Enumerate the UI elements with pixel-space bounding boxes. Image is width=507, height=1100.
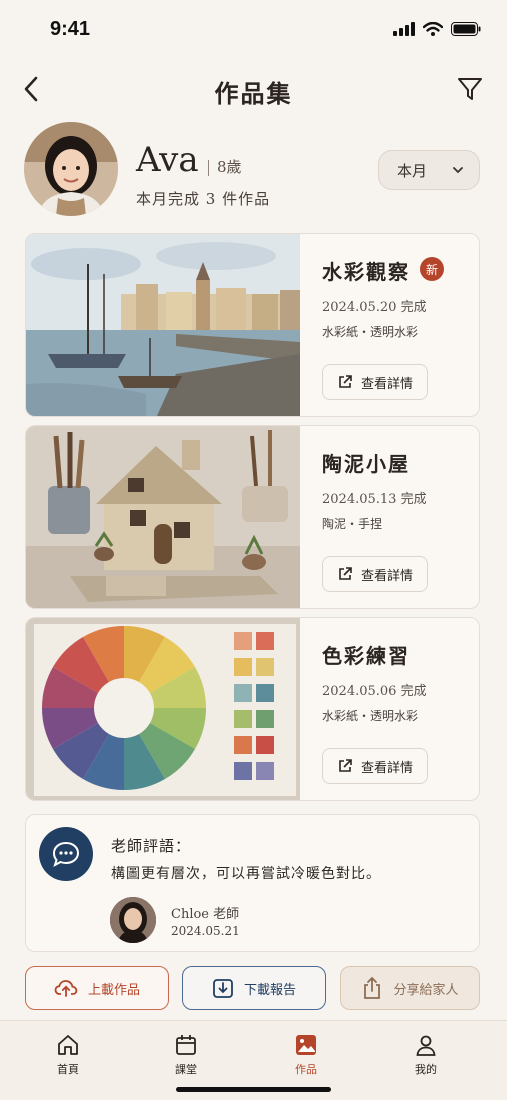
signal-icon <box>393 22 415 36</box>
work-card[interactable]: 陶泥小屋 2024.05.13 完成 陶泥・手捏 查看詳情 <box>25 425 480 609</box>
wifi-icon <box>423 22 443 36</box>
tab-classes-label: 課堂 <box>175 1063 197 1076</box>
download-report-button[interactable]: 下載報告 <box>182 966 326 1010</box>
work-materials: 陶泥・手捏 <box>322 517 383 531</box>
share-icon <box>364 976 381 999</box>
work-materials: 水彩紙・透明水彩 <box>322 709 419 723</box>
external-link-icon <box>339 375 352 388</box>
work-date: 2024.05.20 完成 <box>322 300 427 315</box>
view-details-label: 查看詳情 <box>360 568 413 584</box>
comment-text: 構圖更有層次，可以再嘗試冷暖色對比。 <box>111 866 381 882</box>
teacher-avatar <box>110 897 156 943</box>
status-time: 9:41 <box>50 18 91 40</box>
user-icon <box>416 1035 436 1056</box>
work-image-clay-house <box>26 426 300 608</box>
teacher-comment-card: 老師評語： 構圖更有層次，可以再嘗試冷暖色對比。 Chloe 老師 2024.0… <box>25 814 480 952</box>
tab-profile[interactable]: 我的 <box>396 1033 456 1077</box>
page-title: 作品集 <box>214 79 293 108</box>
work-card[interactable]: 水彩觀察 新 2024.05.20 完成 水彩紙・透明水彩 查看詳情 <box>25 233 480 417</box>
period-select[interactable]: 本月 <box>378 150 480 190</box>
share-family-button[interactable]: 分享給家人 <box>340 966 480 1010</box>
period-select-value: 本月 <box>397 161 428 180</box>
cloud-upload-icon <box>54 980 78 997</box>
external-link-icon <box>339 759 352 772</box>
external-link-icon <box>339 567 352 580</box>
comment-date: 2024.05.21 <box>171 924 240 938</box>
work-image-watercolor-harbor <box>26 234 300 416</box>
filter-icon <box>458 78 482 100</box>
work-card[interactable]: 色彩練習 2024.05.06 完成 水彩紙・透明水彩 查看詳情 <box>25 617 480 801</box>
child-name: Ava <box>136 140 199 180</box>
download-icon <box>213 979 233 998</box>
calendar-icon <box>176 1035 196 1055</box>
battery-icon <box>451 22 481 36</box>
child-age: 8歲 <box>208 156 242 177</box>
upload-work-label: 上載作品 <box>87 982 140 998</box>
tab-home-label: 首頁 <box>57 1063 79 1076</box>
tab-works[interactable]: 作品 <box>276 1033 336 1077</box>
monthly-summary: 本月完成 3 件作品 <box>136 190 271 208</box>
child-avatar <box>24 122 118 216</box>
status-icons <box>393 22 481 36</box>
chevron-down-icon <box>453 167 463 174</box>
download-report-label: 下載報告 <box>243 982 296 998</box>
home-indicator <box>176 1087 331 1092</box>
teacher-name: Chloe 老師 <box>171 907 240 922</box>
tab-profile-label: 我的 <box>415 1063 437 1076</box>
tab-classes[interactable]: 課堂 <box>156 1033 216 1077</box>
work-date: 2024.05.06 完成 <box>322 684 427 699</box>
tab-works-label: 作品 <box>295 1063 317 1076</box>
status-bar: 9:41 <box>0 0 507 60</box>
share-family-label: 分享給家人 <box>393 982 459 998</box>
chat-bubble-icon <box>39 827 93 881</box>
header: 作品集 <box>0 62 507 118</box>
view-details-button[interactable]: 查看詳情 <box>322 364 428 400</box>
work-title: 色彩練習 <box>322 644 410 668</box>
view-details-button[interactable]: 查看詳情 <box>322 748 428 784</box>
view-details-label: 查看詳情 <box>360 376 413 392</box>
view-details-button[interactable]: 查看詳情 <box>322 556 428 592</box>
work-date: 2024.05.13 完成 <box>322 492 427 507</box>
tab-home[interactable]: 首頁 <box>38 1033 98 1077</box>
work-title: 水彩觀察 <box>322 260 410 284</box>
filter-button[interactable] <box>455 74 485 104</box>
image-icon <box>296 1035 316 1055</box>
profile-section: Ava 8歲 本月完成 3 件作品 本月 <box>24 122 484 218</box>
view-details-label: 查看詳情 <box>360 760 413 776</box>
child-age-value: 8歲 <box>217 158 242 176</box>
upload-work-button[interactable]: 上載作品 <box>25 966 169 1010</box>
home-icon <box>58 1035 78 1055</box>
work-materials: 水彩紙・透明水彩 <box>322 325 419 339</box>
new-badge: 新 <box>420 257 444 281</box>
comment-heading: 老師評語： <box>111 837 192 855</box>
work-title: 陶泥小屋 <box>322 452 410 476</box>
work-image-color-wheel <box>26 618 300 800</box>
